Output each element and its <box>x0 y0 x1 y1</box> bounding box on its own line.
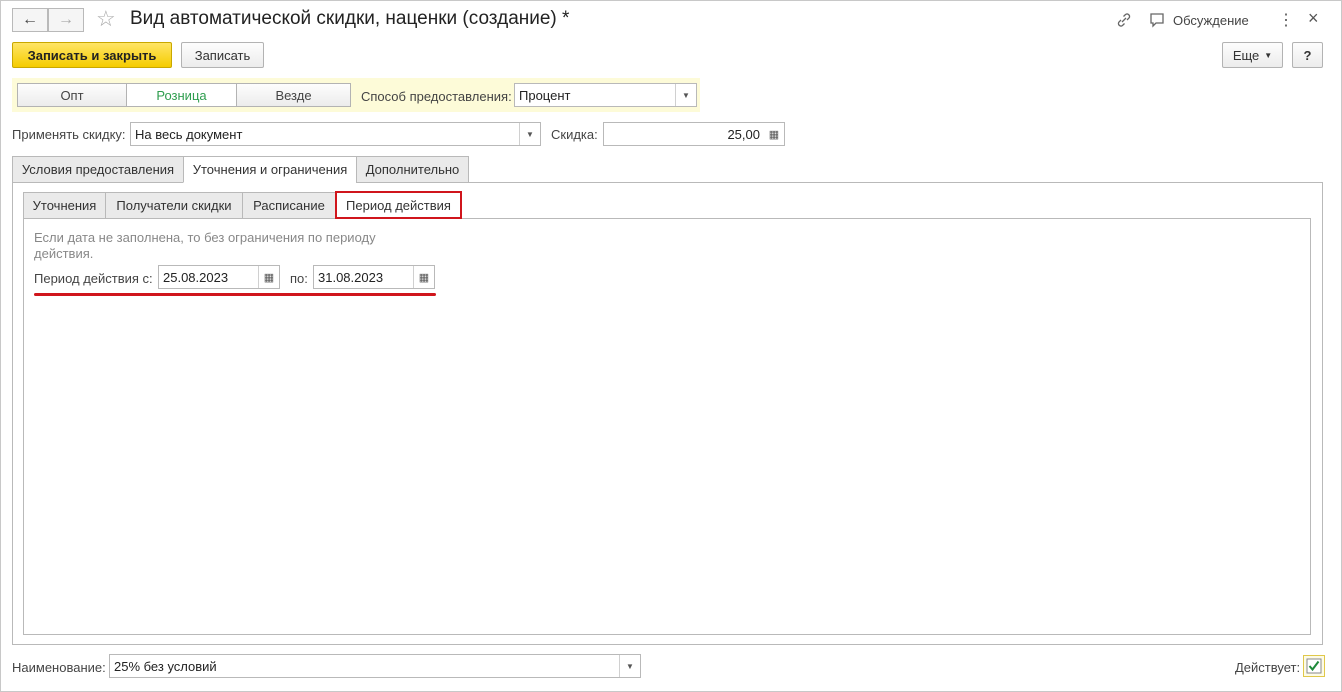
discount-input[interactable]: 25,00 ▦ <box>603 122 785 146</box>
tab-schedule[interactable]: Расписание <box>242 192 336 219</box>
period-from-label: Период действия с: <box>34 271 153 286</box>
more-menu-icon[interactable]: ⋮ <box>1278 10 1294 30</box>
discussion-icon[interactable] <box>1149 12 1165 28</box>
active-checkbox[interactable] <box>1303 655 1325 677</box>
apply-value: На весь документ <box>135 126 243 142</box>
period-from-value: 25.08.2023 <box>163 269 229 285</box>
period-to-value: 31.08.2023 <box>318 269 384 285</box>
period-hint: Если дата не заполнена, то без ограничен… <box>34 230 376 261</box>
highlight-underline <box>34 293 436 296</box>
arrow-left-icon: ← <box>22 11 38 28</box>
name-label: Наименование: <box>12 660 106 675</box>
back-button[interactable]: ← <box>12 8 48 32</box>
tab-recipients[interactable]: Получатели скидки <box>105 192 243 219</box>
arrow-right-icon: → <box>58 11 74 28</box>
active-label: Действует: <box>1235 660 1301 675</box>
chevron-down-icon: ▼ <box>1264 50 1273 60</box>
page-title: Вид автоматической скидки, наценки (созд… <box>130 8 570 29</box>
dropdown-arrow-icon[interactable]: ▼ <box>619 655 640 677</box>
dropdown-arrow-icon[interactable]: ▼ <box>675 84 696 106</box>
more-button[interactable]: Еще ▼ <box>1222 42 1283 68</box>
help-button[interactable]: ? <box>1292 42 1323 68</box>
method-value: Процент <box>519 87 571 103</box>
favorite-star-icon[interactable]: ☆ <box>96 6 116 32</box>
apply-label: Применять скидку: <box>12 127 126 142</box>
tab-validity-period[interactable]: Период действия <box>335 191 462 219</box>
method-select[interactable]: Процент ▼ <box>514 83 697 107</box>
discount-value: 25,00 <box>727 126 760 142</box>
apply-select[interactable]: На весь документ ▼ <box>130 122 541 146</box>
name-input[interactable]: 25% без условий ▼ <box>109 654 641 678</box>
method-label: Способ предоставления: <box>361 89 512 104</box>
period-to-input[interactable]: 31.08.2023 ▦ <box>313 265 435 289</box>
discount-label: Скидка: <box>551 127 598 142</box>
segment-everywhere[interactable]: Везде <box>236 83 351 107</box>
save-and-close-button[interactable]: Записать и закрыть <box>12 42 172 68</box>
more-label: Еще <box>1232 47 1260 63</box>
name-value: 25% без условий <box>114 658 217 674</box>
tab-refinements[interactable]: Уточнения и ограничения <box>183 156 357 183</box>
checkmark-icon <box>1306 658 1322 674</box>
period-to-label: по: <box>290 271 308 286</box>
segment-opt[interactable]: Опт <box>17 83 127 107</box>
tab-clarifications[interactable]: Уточнения <box>23 192 106 219</box>
calculator-icon[interactable]: ▦ <box>764 123 784 145</box>
period-from-input[interactable]: 25.08.2023 ▦ <box>158 265 280 289</box>
dropdown-arrow-icon[interactable]: ▼ <box>519 123 540 145</box>
tab-conditions[interactable]: Условия предоставления <box>12 156 184 183</box>
discussion-button[interactable]: Обсуждение <box>1173 13 1249 28</box>
forward-button[interactable]: → <box>48 8 84 32</box>
close-icon[interactable]: × <box>1308 8 1319 29</box>
segment-retail[interactable]: Розница <box>126 83 237 107</box>
link-icon[interactable] <box>1116 12 1132 28</box>
calendar-icon[interactable]: ▦ <box>413 266 434 288</box>
save-button[interactable]: Записать <box>181 42 264 68</box>
tab-additional[interactable]: Дополнительно <box>356 156 469 183</box>
calendar-icon[interactable]: ▦ <box>258 266 279 288</box>
